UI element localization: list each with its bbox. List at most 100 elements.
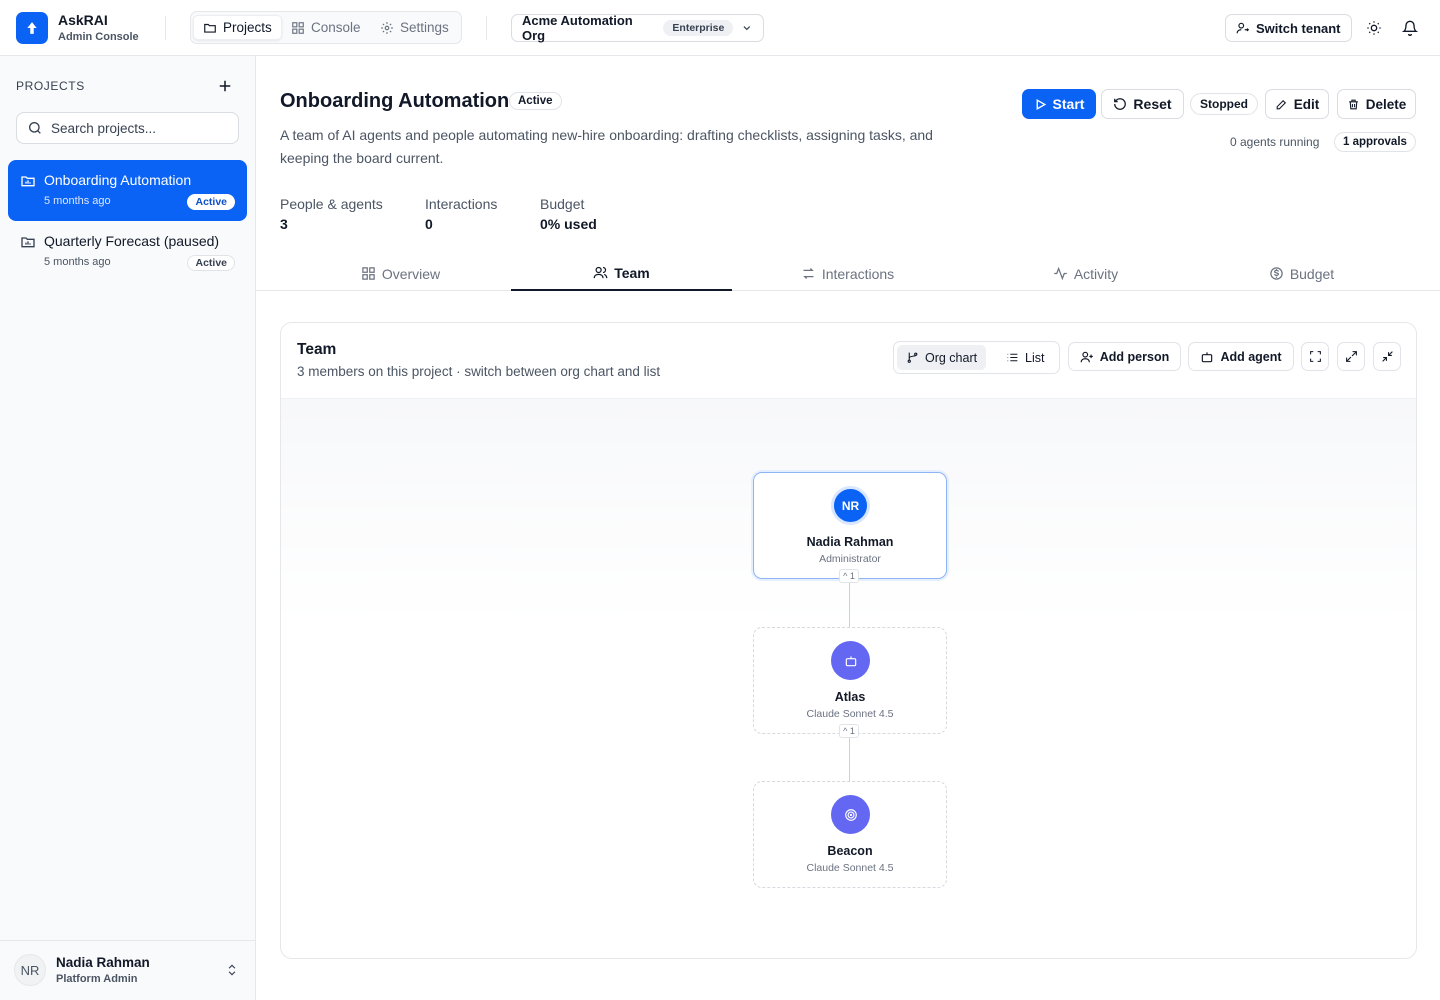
folder-chart-icon [21, 237, 35, 248]
org-node-beacon[interactable]: Beacon Claude Sonnet 4.5 [753, 781, 947, 888]
org-chart-label: Org chart [925, 350, 978, 365]
nav-console-label: Console [311, 20, 361, 35]
add-person-button[interactable]: Add person [1068, 342, 1181, 371]
project-status-badge: Active [187, 255, 235, 271]
nav-settings[interactable]: Settings [371, 15, 458, 40]
chevron-up-down-icon [228, 964, 236, 976]
project-item-forecast[interactable]: Quarterly Forecast (paused) 5 months ago… [8, 221, 247, 282]
folder-icon [204, 23, 216, 33]
sidebar-title: PROJECTS [16, 79, 85, 93]
tab-budget-label: Budget [1289, 265, 1335, 282]
nav-projects[interactable]: Projects [193, 15, 282, 40]
project-name: Onboarding Automation [44, 172, 192, 188]
project-tabs: Overview Team Interactions Activity Budg… [256, 256, 1440, 291]
main-nav: Projects Console Settings [190, 11, 462, 44]
logo-icon [27, 22, 37, 34]
org-connector [849, 581, 850, 627]
list-label: List [1025, 350, 1045, 365]
theme-toggle-button[interactable] [1361, 15, 1387, 41]
stat-label-people: People & agents [280, 196, 383, 212]
stat-label-budget: Budget [540, 196, 585, 212]
team-subtitle: 3 members on this project · switch betwe… [297, 364, 661, 379]
top-bar: AskRAI Admin Console Projects Console Se… [0, 0, 1440, 56]
user-role: Platform Admin [56, 973, 138, 985]
reset-label: Reset [1133, 96, 1172, 112]
bot-icon [1202, 351, 1213, 362]
shrink-icon [1381, 351, 1393, 362]
tab-activity-label: Activity [1073, 265, 1119, 282]
tab-budget[interactable]: Budget [1191, 256, 1412, 291]
start-button[interactable]: Start [1022, 89, 1096, 119]
nav-console[interactable]: Console [282, 15, 370, 40]
run-state-badge: Stopped [1190, 93, 1258, 115]
org-chart-canvas[interactable]: NR Nadia Rahman Administrator ^ 1 Atlas … [281, 399, 1416, 958]
org-plan-badge: Enterprise [663, 20, 734, 36]
org-node-atlas[interactable]: Atlas Claude Sonnet 4.5 [753, 627, 947, 734]
reset-button[interactable]: Reset [1101, 89, 1184, 119]
agent-avatar [831, 641, 870, 680]
user-switch-icon [1236, 22, 1250, 34]
delete-button[interactable]: Delete [1337, 89, 1416, 119]
team-card-header: Team 3 members on this project · switch … [281, 323, 1416, 399]
avatar: NR [14, 954, 46, 986]
divider [486, 16, 487, 40]
project-name: Quarterly Forecast (paused) [44, 233, 220, 249]
tab-overview[interactable]: Overview [290, 256, 511, 291]
grid-icon [362, 267, 375, 280]
user-menu[interactable]: NR Nadia Rahman Platform Admin [0, 940, 255, 1000]
expand-button[interactable] [1337, 342, 1365, 371]
users-icon [593, 266, 608, 279]
reset-icon [1114, 98, 1127, 110]
nav-projects-label: Projects [223, 20, 272, 35]
project-time: 5 months ago [44, 256, 111, 268]
node-role: Administrator [819, 553, 881, 565]
tab-interactions-label: Interactions [821, 265, 895, 282]
team-title: Team [297, 341, 337, 358]
divider [165, 16, 166, 40]
tab-overview-label: Overview [381, 265, 441, 282]
collapse-button[interactable] [1373, 342, 1401, 371]
approvals-badge[interactable]: 1 approvals [1334, 132, 1416, 152]
fit-view-button[interactable] [1301, 342, 1329, 371]
switch-tenant-label: Switch tenant [1256, 20, 1341, 36]
arrows-swap-icon [803, 268, 814, 279]
tab-activity[interactable]: Activity [975, 256, 1196, 291]
add-agent-button[interactable]: Add agent [1188, 342, 1294, 371]
org-chart-view-button[interactable]: Org chart [897, 345, 987, 370]
delete-label: Delete [1365, 96, 1407, 112]
collapse-children-toggle[interactable]: ^ 1 [839, 724, 859, 738]
stat-label-interactions: Interactions [425, 196, 498, 212]
radar-icon [844, 808, 857, 821]
add-agent-label: Add agent [1220, 349, 1282, 364]
folder-chart-icon [21, 176, 35, 187]
search-input[interactable] [51, 120, 221, 136]
switch-tenant-button[interactable]: Switch tenant [1225, 14, 1352, 42]
tab-team[interactable]: Team [511, 256, 732, 291]
notifications-button[interactable] [1397, 15, 1423, 41]
add-project-button[interactable] [216, 77, 234, 95]
page-title: Onboarding Automation [280, 90, 510, 112]
project-time: 5 months ago [44, 195, 111, 207]
org-node-nadia[interactable]: NR Nadia Rahman Administrator [753, 472, 947, 579]
project-description: A team of AI agents and people automatin… [280, 127, 933, 166]
app-logo[interactable] [16, 12, 48, 44]
list-view-button[interactable]: List [997, 345, 1053, 370]
list-icon [1007, 353, 1018, 362]
org-selector[interactable]: Acme Automation Org Enterprise [511, 13, 764, 43]
project-item-onboarding[interactable]: Onboarding Automation 5 months ago Activ… [8, 160, 247, 221]
collapse-children-toggle[interactable]: ^ 1 [839, 569, 859, 583]
project-search [16, 112, 239, 144]
user-plus-icon [1080, 351, 1093, 362]
org-name: Acme Automation Org [522, 13, 633, 43]
edit-button[interactable]: Edit [1265, 89, 1329, 119]
stat-value-interactions: 0 [425, 216, 433, 232]
grid-icon [292, 21, 304, 34]
tab-interactions[interactable]: Interactions [737, 256, 958, 291]
brand-name: AskRAI [58, 12, 108, 28]
sidebar: PROJECTS Onboarding Automation 5 months … [0, 56, 256, 1000]
stat-value-people: 3 [280, 216, 288, 232]
org-connector [849, 736, 850, 781]
team-card: Team 3 members on this project · switch … [280, 322, 1417, 959]
node-name: Nadia Rahman [806, 535, 894, 549]
tab-team-label: Team [614, 264, 650, 281]
